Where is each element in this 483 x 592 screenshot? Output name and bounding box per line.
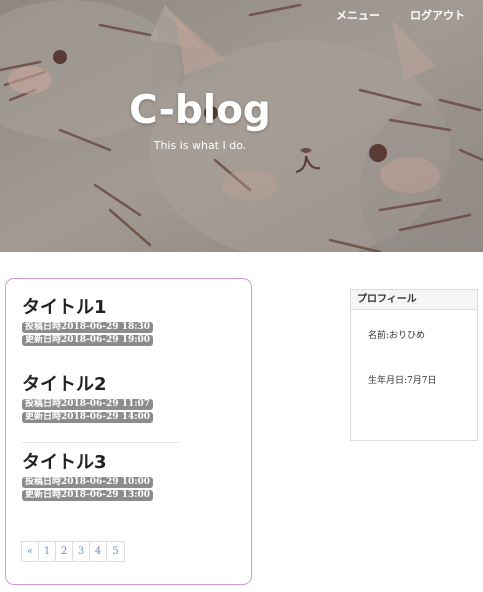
pagination-page-2[interactable]: 2 bbox=[56, 542, 73, 561]
profile-panel: プロフィール 名前:おりひめ 生年月日:7月7日 bbox=[350, 289, 478, 441]
pagination-page-3[interactable]: 3 bbox=[73, 542, 90, 561]
posted-date-badge: 投稿日時2018-06-29 18:30 bbox=[22, 322, 154, 333]
post-title-link[interactable]: タイトル1 bbox=[22, 296, 153, 320]
pagination: « 1 2 3 4 5 bbox=[21, 541, 125, 562]
profile-heading: プロフィール bbox=[351, 290, 477, 310]
nav-logout-link[interactable]: ログアウト bbox=[410, 7, 465, 23]
nav-menu-link[interactable]: メニュー bbox=[336, 7, 380, 23]
posted-date-badge: 投稿日時2018-06-29 11:07 bbox=[22, 399, 154, 410]
pagination-page-5[interactable]: 5 bbox=[107, 542, 124, 561]
post-item: タイトル2 投稿日時2018-06-29 11:07 更新日時2018-06-2… bbox=[22, 373, 154, 425]
posts-card: タイトル1 投稿日時2018-06-29 18:30 更新日時2018-06-2… bbox=[5, 278, 252, 585]
pagination-page-1[interactable]: 1 bbox=[39, 542, 56, 561]
post-item: タイトル1 投稿日時2018-06-29 18:30 更新日時2018-06-2… bbox=[22, 296, 154, 348]
profile-birthday: 生年月日:7月7日 bbox=[368, 376, 437, 386]
post-item: タイトル3 投稿日時2018-06-29 10:00 更新日時2018-06-2… bbox=[22, 451, 154, 503]
pagination-prev-link[interactable]: « bbox=[22, 542, 39, 561]
post-title-link[interactable]: タイトル2 bbox=[22, 373, 153, 397]
updated-date-badge: 更新日時2018-06-29 13:00 bbox=[22, 490, 154, 501]
top-nav: メニュー ログアウト bbox=[336, 7, 465, 23]
site-title: C-blog bbox=[129, 88, 271, 133]
site-subtitle: This is what I do. bbox=[153, 139, 247, 152]
profile-name: 名前:おりひめ bbox=[368, 331, 426, 341]
pagination-page-4[interactable]: 4 bbox=[90, 542, 107, 561]
post-divider bbox=[22, 442, 180, 443]
posted-date-badge: 投稿日時2018-06-29 10:00 bbox=[22, 477, 154, 488]
post-title-link[interactable]: タイトル3 bbox=[22, 451, 153, 475]
updated-date-badge: 更新日時2018-06-29 19:00 bbox=[22, 335, 154, 346]
hero-header: メニュー ログアウト C-blog This is what I do. bbox=[0, 0, 483, 252]
updated-date-badge: 更新日時2018-06-29 14:00 bbox=[22, 412, 154, 423]
